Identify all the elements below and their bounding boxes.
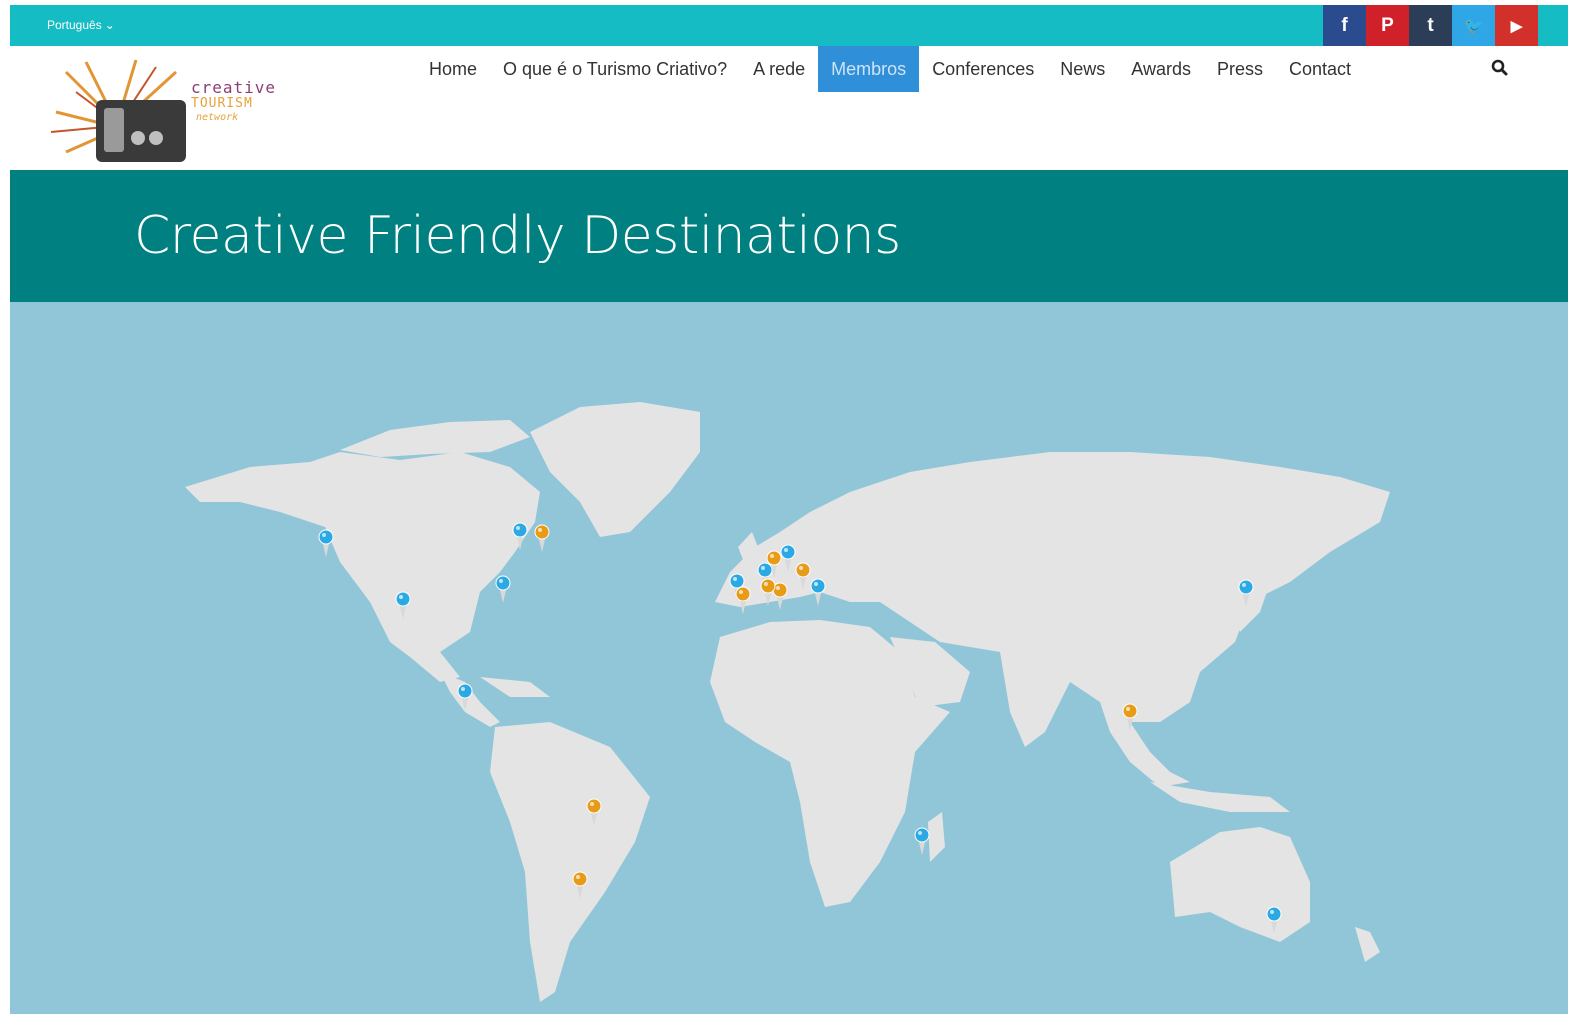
site-header: creative TOURISM network Home O que é o … — [10, 46, 1568, 170]
land-greenland — [530, 402, 700, 537]
nav-conferences[interactable]: Conferences — [919, 46, 1047, 92]
chevron-down-icon: ⌄ — [104, 18, 115, 32]
creative-tourism-logo[interactable]: creative TOURISM network — [46, 52, 286, 170]
main-navigation: Home O que é o Turismo Criativo? A rede … — [416, 46, 1364, 92]
top-bar: Português ⌄ f P t 🐦 ▶ — [10, 5, 1568, 46]
page-title-band: Creative Friendly Destinations — [10, 170, 1568, 302]
social-links: f P t 🐦 ▶ — [1323, 5, 1538, 46]
nav-contact[interactable]: Contact — [1276, 46, 1364, 92]
nav-home[interactable]: Home — [416, 46, 490, 92]
land-madagascar — [928, 812, 945, 862]
world-map[interactable] — [10, 302, 1568, 1014]
logo-text-tourism: TOURISM — [191, 96, 253, 111]
language-selector[interactable]: Português ⌄ — [47, 18, 115, 32]
land-caribbean — [480, 677, 550, 697]
search-icon[interactable] — [1490, 58, 1510, 78]
logo-text-creative: creative — [191, 78, 277, 97]
page-title: Creative Friendly Destinations — [134, 206, 901, 266]
language-label: Português — [47, 18, 102, 32]
map-land — [185, 402, 1390, 1002]
map-pin-orange[interactable] — [534, 524, 550, 552]
nav-awards[interactable]: Awards — [1118, 46, 1204, 92]
map-pin-blue[interactable] — [914, 827, 930, 855]
tumblr-icon[interactable]: t — [1409, 5, 1452, 46]
land-arctic-islands — [340, 420, 530, 457]
twitter-icon[interactable]: 🐦 — [1452, 5, 1495, 46]
nav-news[interactable]: News — [1047, 46, 1118, 92]
map-pin-blue[interactable] — [495, 575, 511, 603]
pinterest-icon[interactable]: P — [1366, 5, 1409, 46]
nav-press[interactable]: Press — [1204, 46, 1276, 92]
nav-members[interactable]: Membros — [818, 46, 920, 92]
land-north-america — [185, 452, 540, 682]
facebook-icon[interactable]: f — [1323, 5, 1366, 46]
logo-text-network: network — [196, 112, 239, 123]
land-south-america — [490, 722, 650, 1002]
nav-network[interactable]: A rede — [740, 46, 818, 92]
nav-what-is-creative-tourism[interactable]: O que é o Turismo Criativo? — [490, 46, 740, 92]
land-australia — [1170, 827, 1310, 942]
map-pin-blue[interactable] — [318, 529, 334, 557]
land-new-zealand — [1355, 927, 1380, 962]
land-indonesia — [1150, 782, 1290, 812]
youtube-icon[interactable]: ▶ — [1495, 5, 1538, 46]
